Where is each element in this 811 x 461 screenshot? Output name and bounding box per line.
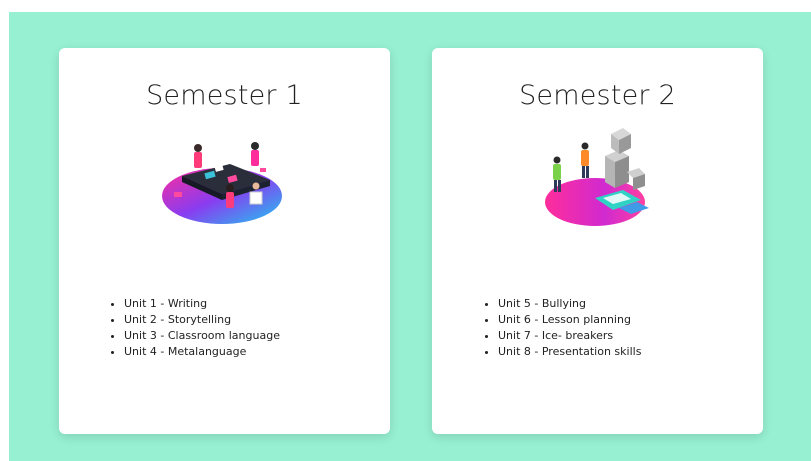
list-item: Unit 4 - Metalanguage: [124, 344, 280, 360]
list-item: Unit 2 - Storytelling: [124, 312, 280, 328]
list-item: Unit 6 - Lesson planning: [498, 312, 641, 328]
list-item: Unit 1 - Writing: [124, 296, 280, 312]
semester-2-card[interactable]: Semester 2 • Unit 5 - Bullying • Unit 6 …: [432, 48, 763, 434]
semester-2-unit-list: Unit 5 - Bullying Unit 6 - Lesson planni…: [480, 296, 641, 360]
page-background: Semester 1 • Unit 1 - Writing • Unit 2 -…: [9, 12, 811, 461]
semester-1-title: Semester 1: [146, 80, 303, 111]
list-item: Unit 3 - Classroom language: [124, 328, 280, 344]
semester-1-unit-list: Unit 1 - Writing Unit 2 - Storytelling U…: [106, 296, 280, 360]
list-item: Unit 5 - Bullying: [498, 296, 641, 312]
people-collaborating-at-table-illustration: [161, 142, 282, 224]
list-item: Unit 8 - Presentation skills: [498, 344, 641, 360]
people-stacking-blocks-illustration: [544, 128, 649, 226]
semester-2-title: Semester 2: [519, 80, 676, 111]
semester-1-card[interactable]: Semester 1 • Unit 1 - Writing • Unit 2 -…: [59, 48, 390, 434]
list-item: Unit 7 - Ice- breakers: [498, 328, 641, 344]
